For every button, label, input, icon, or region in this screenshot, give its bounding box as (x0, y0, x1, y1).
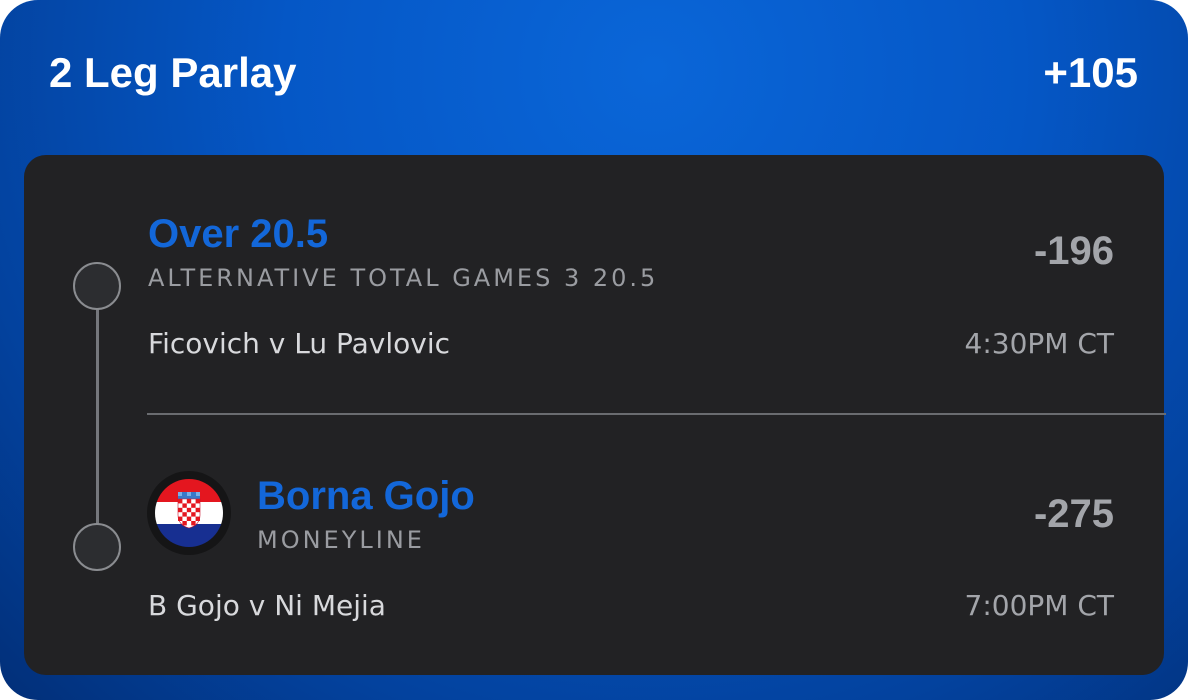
parlay-odds: +105 (1043, 49, 1138, 96)
leg-2-node-icon (73, 523, 121, 571)
leg-2-time: 7:00PM CT (964, 589, 1114, 622)
leg-2-odds: -275 (1033, 492, 1114, 536)
leg-1-node-icon (73, 262, 121, 310)
leg-1-market: ALTERNATIVE TOTAL GAMES 3 20.5 (148, 264, 659, 292)
leg-1-matchup: Ficovich v Lu Pavlovic (148, 327, 450, 360)
croatia-flag-svg (155, 479, 223, 547)
timeline-line (96, 285, 99, 547)
leg-1-odds: -196 (1033, 229, 1114, 273)
leg-2-selection[interactable]: Borna Gojo (257, 476, 475, 516)
parlay-card[interactable]: 2 Leg Parlay +105 Over 20.5 ALTERNATIVE … (0, 0, 1188, 700)
leg-1-selection[interactable]: Over 20.5 (148, 214, 328, 254)
leg-2-matchup: B Gojo v Ni Mejia (148, 589, 386, 622)
parlay-title: 2 Leg Parlay (49, 49, 297, 96)
croatia-flag-icon (147, 471, 231, 555)
leg-1-time: 4:30PM CT (964, 327, 1114, 360)
leg-divider (147, 413, 1166, 415)
leg-2-market: MONEYLINE (257, 526, 425, 554)
